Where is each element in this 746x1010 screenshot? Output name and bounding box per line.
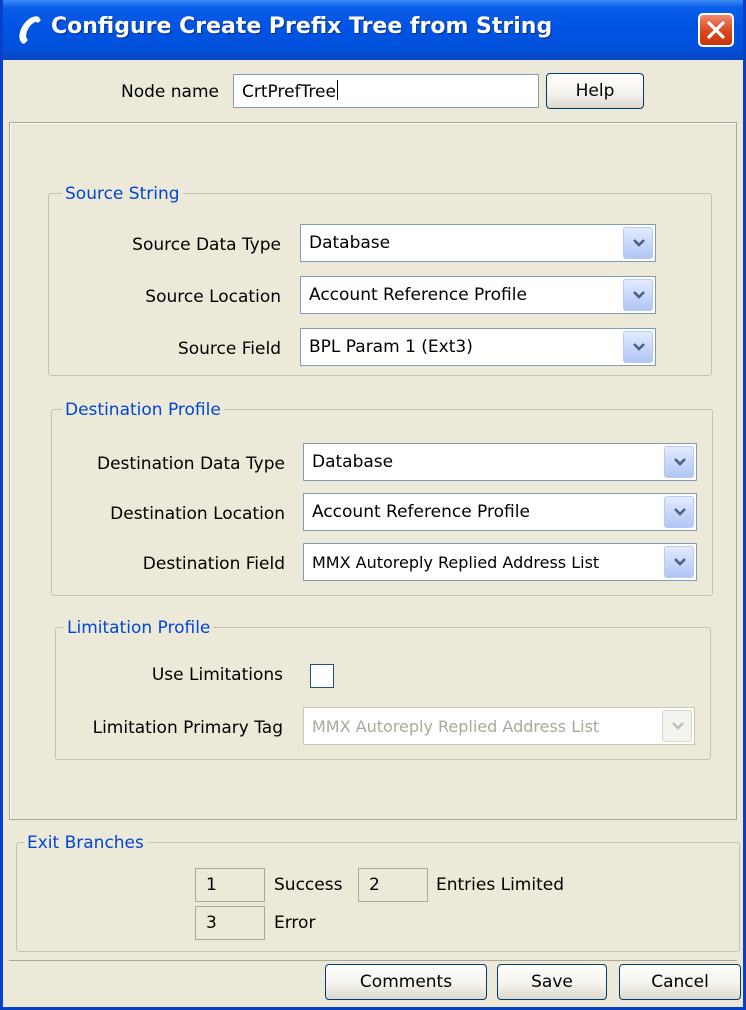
exit-branch-label: Success	[274, 875, 343, 895]
comments-button[interactable]: Comments	[325, 964, 487, 1000]
destination-location-label: Destination Location	[110, 504, 285, 524]
source-location-select[interactable]: Account Reference Profile	[300, 276, 656, 314]
close-button[interactable]	[698, 13, 734, 47]
source-field-value: BPL Param 1 (Ext3)	[309, 337, 473, 357]
destination-location-value: Account Reference Profile	[312, 502, 530, 522]
source-field-label: Source Field	[177, 339, 281, 359]
destination-data-type-label: Destination Data Type	[97, 454, 285, 474]
window-title: Configure Create Prefix Tree from String	[51, 14, 553, 39]
chevron-down-icon[interactable]	[623, 279, 653, 311]
chevron-down-icon[interactable]	[664, 446, 694, 478]
node-name-input[interactable]: CrtPrefTree	[233, 74, 539, 108]
use-limitations-checkbox[interactable]	[310, 664, 334, 688]
exit-branch-number: 3	[195, 906, 265, 940]
source-string-title: Source String	[62, 184, 183, 204]
limitation-primary-tag-label: Limitation Primary Tag	[92, 718, 283, 738]
save-button[interactable]: Save	[497, 964, 607, 1000]
title-bar[interactable]: Configure Create Prefix Tree from String	[3, 0, 743, 60]
destination-field-select[interactable]: MMX Autoreply Replied Address List	[303, 543, 697, 581]
node-name-value: CrtPrefTree	[242, 82, 336, 102]
exit-branch-number: 1	[195, 868, 265, 902]
chevron-down-icon[interactable]	[664, 546, 694, 578]
limitation-primary-tag-select[interactable]: MMX Autoreply Replied Address List	[303, 707, 695, 745]
chevron-down-icon[interactable]	[623, 331, 653, 363]
limitation-profile-title: Limitation Profile	[64, 618, 214, 638]
chevron-down-icon[interactable]	[664, 496, 694, 528]
source-data-type-value: Database	[309, 233, 391, 253]
exit-branch-number: 2	[358, 868, 428, 902]
exit-branch-label: Entries Limited	[436, 875, 565, 895]
source-field-select[interactable]: BPL Param 1 (Ext3)	[300, 328, 656, 366]
limitation-primary-tag-value: MMX Autoreply Replied Address List	[312, 717, 600, 736]
source-data-type-select[interactable]: Database	[300, 224, 656, 262]
exit-branch-label: Error	[274, 913, 316, 933]
destination-profile-title: Destination Profile	[62, 400, 224, 420]
destination-field-value: MMX Autoreply Replied Address List	[312, 553, 600, 572]
phone-handset-icon	[15, 14, 45, 46]
source-data-type-label: Source Data Type	[132, 235, 281, 255]
destination-data-type-value: Database	[312, 452, 394, 472]
exit-branches-title: Exit Branches	[24, 833, 147, 853]
chevron-down-icon	[662, 710, 692, 742]
destination-data-type-select[interactable]: Database	[303, 443, 697, 481]
node-name-label: Node name	[121, 82, 219, 102]
destination-field-label: Destination Field	[142, 554, 285, 574]
dialog-window: Configure Create Prefix Tree from String…	[0, 0, 746, 1010]
cancel-button[interactable]: Cancel	[619, 964, 741, 1000]
source-location-label: Source Location	[145, 287, 281, 307]
source-location-value: Account Reference Profile	[309, 285, 527, 305]
destination-location-select[interactable]: Account Reference Profile	[303, 493, 697, 531]
help-button[interactable]: Help	[546, 73, 644, 109]
chevron-down-icon[interactable]	[623, 227, 653, 259]
close-icon	[707, 21, 725, 39]
text-caret	[336, 80, 338, 100]
use-limitations-label: Use Limitations	[151, 665, 283, 685]
